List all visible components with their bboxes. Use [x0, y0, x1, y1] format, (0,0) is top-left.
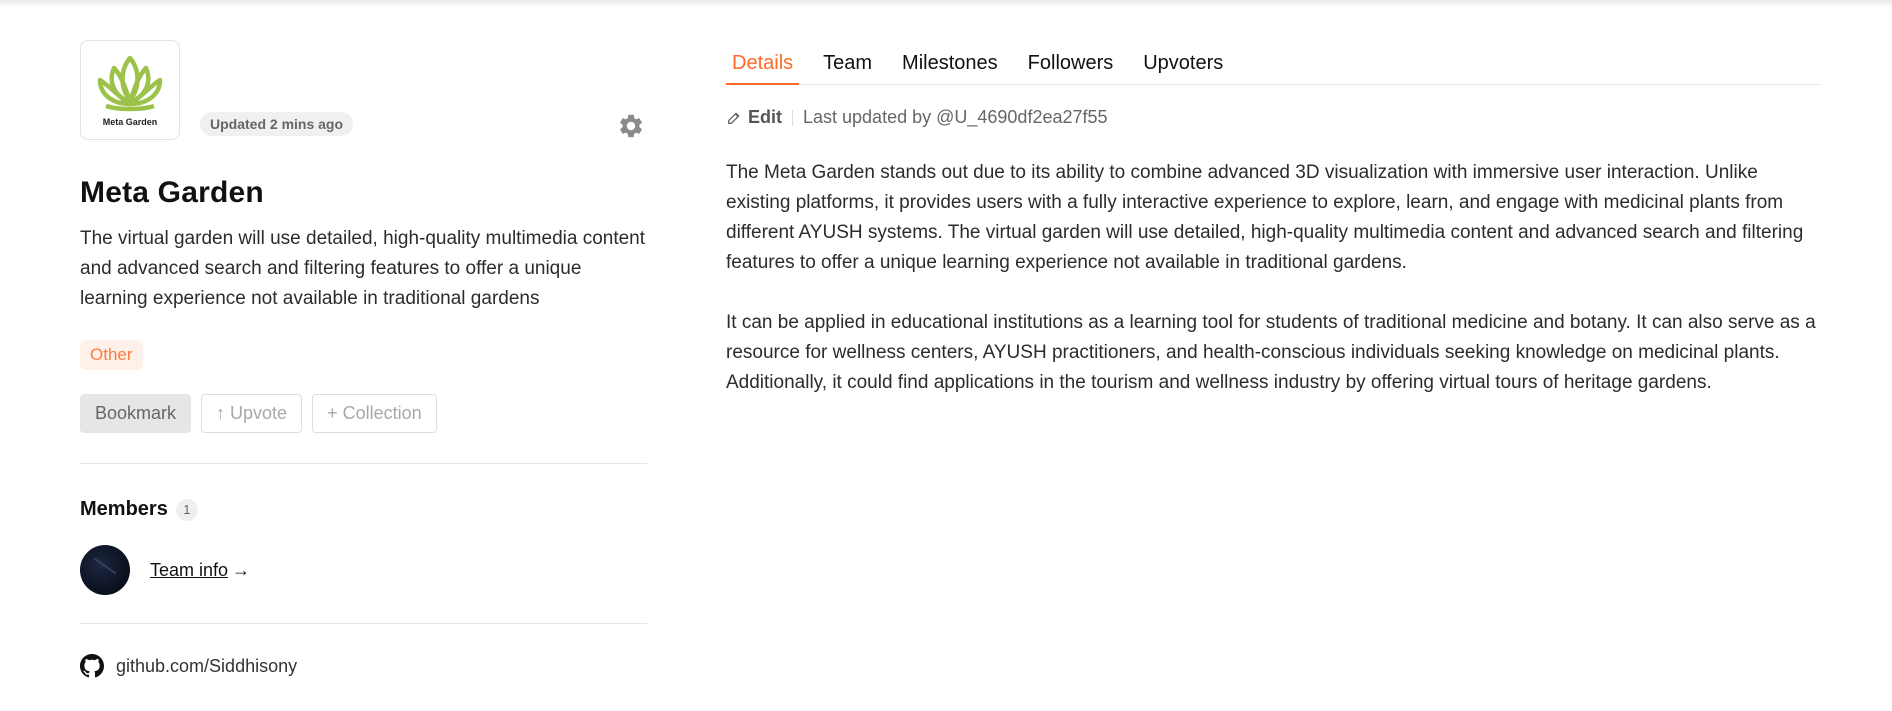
gear-icon[interactable]	[617, 112, 645, 140]
members-header: Members 1	[80, 498, 647, 521]
project-header: Meta Garden Updated 2 mins ago	[80, 40, 647, 140]
tab-followers[interactable]: Followers	[1022, 40, 1120, 85]
pencil-icon	[728, 112, 740, 124]
github-icon	[80, 654, 104, 678]
members-title: Members	[80, 498, 168, 520]
tab-bar: Details Team Milestones Followers Upvote…	[726, 40, 1820, 85]
tab-details[interactable]: Details	[726, 40, 800, 85]
separator	[792, 109, 793, 126]
member-row: Team info →	[80, 545, 647, 595]
lotus-icon	[97, 55, 163, 111]
action-buttons: Bookmark ↑ Upvote + Collection	[80, 394, 647, 433]
tab-upvoters[interactable]: Upvoters	[1137, 40, 1229, 85]
edit-label: Edit	[748, 107, 782, 127]
top-shadow	[0, 0, 1892, 8]
team-info-link[interactable]: Team info	[150, 560, 228, 581]
divider	[80, 623, 647, 624]
edit-row: Edit Last updated by @U_4690df2ea27f55	[726, 107, 1820, 128]
project-logo: Meta Garden	[80, 40, 180, 140]
category-tag[interactable]: Other	[80, 340, 143, 370]
github-link[interactable]: github.com/Siddhisony	[116, 656, 297, 677]
updated-badge: Updated 2 mins ago	[200, 112, 354, 136]
upvote-button[interactable]: ↑ Upvote	[201, 394, 303, 433]
project-description: The virtual garden will use detailed, hi…	[80, 228, 646, 309]
add-to-collection-button[interactable]: + Collection	[312, 394, 437, 433]
github-row: github.com/Siddhisony	[80, 654, 647, 678]
members-count-badge: 1	[175, 498, 198, 521]
details-paragraph: It can be applied in educational institu…	[726, 312, 1816, 393]
project-main: Details Team Milestones Followers Upvote…	[726, 40, 1820, 398]
divider	[80, 463, 647, 464]
project-title: Meta Garden	[80, 176, 264, 209]
logo-text: Meta Garden	[102, 116, 158, 127]
edit-button[interactable]: Edit	[726, 107, 782, 128]
details-paragraph: The Meta Garden stands out due to its ab…	[726, 162, 1804, 273]
project-sidebar: Meta Garden Updated 2 mins ago Meta Gard…	[80, 40, 647, 678]
tab-milestones[interactable]: Milestones	[896, 40, 1004, 85]
tab-team[interactable]: Team	[817, 40, 878, 85]
details-content: The Meta Garden stands out due to its ab…	[726, 158, 1820, 398]
arrow-right-icon: →	[232, 559, 251, 580]
last-updated-text: Last updated by @U_4690df2ea27f55	[803, 107, 1108, 127]
bookmark-button[interactable]: Bookmark	[80, 394, 192, 433]
avatar[interactable]	[80, 545, 130, 595]
